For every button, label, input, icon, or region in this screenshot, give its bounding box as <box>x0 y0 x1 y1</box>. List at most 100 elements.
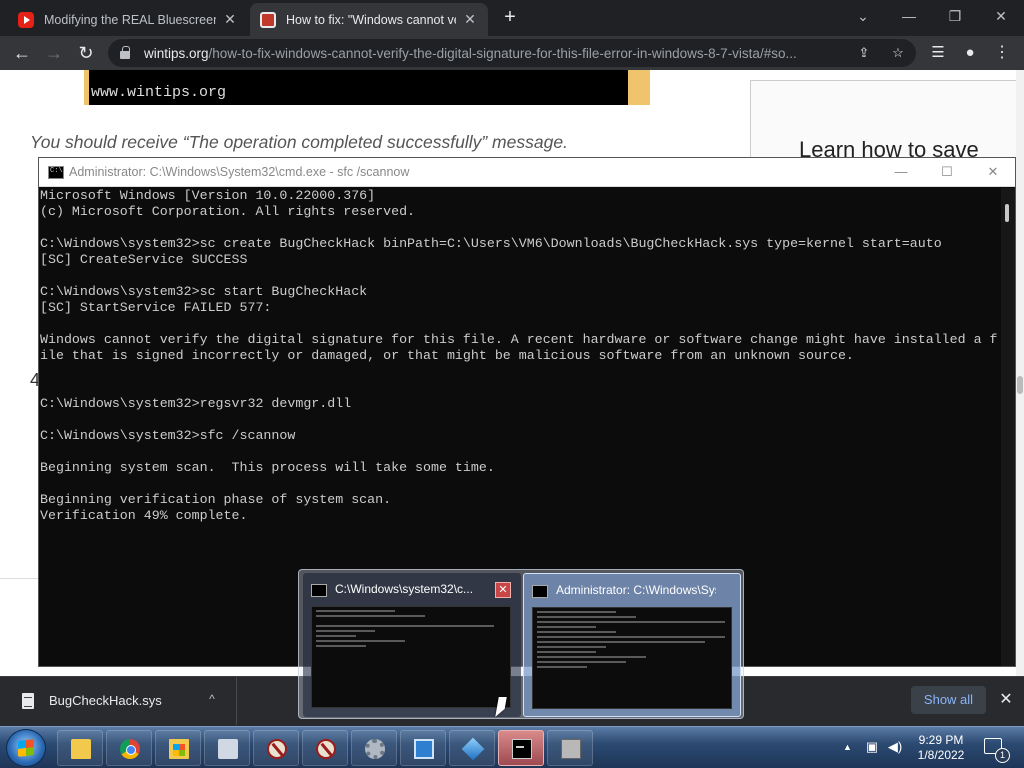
cmd-icon <box>48 166 64 179</box>
close-icon[interactable]: ✕ <box>996 690 1016 710</box>
taskbar-window-app[interactable] <box>400 730 446 766</box>
cmd-scrollbar-thumb[interactable] <box>1005 204 1009 222</box>
forward-arrow-icon[interactable]: → <box>42 41 66 65</box>
article-message: You should receive “The operation comple… <box>30 132 568 152</box>
taskbar-cube-app[interactable] <box>449 730 495 766</box>
console-line: [SC] CreateService SUCCESS <box>40 252 248 267</box>
minimize-icon[interactable]: — <box>886 4 932 28</box>
system-clock[interactable]: 9:29 PM 1/8/2022 <box>910 733 972 763</box>
browser-tab-strip: Modifying the REAL Bluescreen ( ✕ How to… <box>0 0 1024 36</box>
share-icon[interactable]: ⇪ <box>854 43 874 63</box>
tab-youtube[interactable]: Modifying the REAL Bluescreen ( ✕ <box>8 3 248 36</box>
file-icon <box>22 693 34 709</box>
cube-icon <box>461 737 485 761</box>
page-scrollbar[interactable] <box>1016 70 1024 680</box>
no-entry-icon <box>267 739 287 759</box>
cmd-title: Administrator: C:\Windows\System32\cmd.e… <box>69 165 410 179</box>
console-line: C:\Windows\system32>sc start BugCheckHac… <box>40 284 368 299</box>
new-tab-button[interactable]: + <box>498 7 522 29</box>
taskbar-app[interactable] <box>204 730 250 766</box>
thumbnail-title: Administrator: C:\Windows\Sys... <box>556 583 716 597</box>
banner-text: www.wintips.org <box>91 84 227 101</box>
tab-title: How to fix: "Windows cannot ver <box>286 12 456 27</box>
close-icon[interactable]: ✕ <box>495 582 511 598</box>
tab-wintips[interactable]: How to fix: "Windows cannot ver ✕ <box>250 3 488 36</box>
notification-count: 1 <box>995 748 1010 763</box>
tab-search-chevron-icon[interactable]: ⌄ <box>840 4 886 28</box>
taskbar-chrome[interactable] <box>106 730 152 766</box>
divider <box>236 677 237 725</box>
reload-icon[interactable]: ↻ <box>74 41 98 65</box>
cmd-scrollbar[interactable] <box>1001 188 1015 666</box>
clock-time: 9:29 PM <box>918 733 964 747</box>
browser-toolbar: ← → ↻ wintips.org/how-to-fix-windows-can… <box>0 36 1024 70</box>
media-queue-icon[interactable]: ☰ <box>926 41 950 65</box>
close-icon[interactable]: ✕ <box>462 11 478 28</box>
taskbar-store[interactable] <box>155 730 201 766</box>
thumbnail-screen <box>532 607 732 709</box>
tab-title: Modifying the REAL Bluescreen ( <box>44 12 216 27</box>
show-all-button[interactable]: Show all <box>911 686 986 714</box>
maximize-icon[interactable]: ☐ <box>927 161 967 183</box>
network-icon[interactable]: ▣ <box>863 739 881 755</box>
thumbnail-title: C:\Windows\system32\c... <box>335 582 474 596</box>
menu-kebab-icon[interactable]: ⋮ <box>990 41 1014 65</box>
cmd-thumbnail[interactable]: C:\Windows\system32\c... ✕ <box>303 573 521 717</box>
start-button[interactable] <box>6 729 46 767</box>
youtube-icon <box>18 11 34 28</box>
page-scrollbar-thumb[interactable] <box>1017 376 1023 394</box>
wintips-icon <box>260 11 276 28</box>
folder-icon <box>71 739 91 759</box>
console-line: Verification 49% complete. <box>40 508 248 523</box>
gear-icon <box>365 739 385 759</box>
window-icon <box>414 739 434 759</box>
lock-icon <box>120 46 130 59</box>
clock-date: 1/8/2022 <box>917 748 965 762</box>
taskbar-cmd[interactable] <box>498 730 544 766</box>
restore-icon[interactable]: ❐ <box>932 4 978 28</box>
console-line: Microsoft Windows [Version 10.0.22000.37… <box>40 188 376 203</box>
cmd-title-bar[interactable]: Administrator: C:\Windows\System32\cmd.e… <box>39 158 1015 187</box>
download-file-name[interactable]: BugCheckHack.sys <box>49 693 162 708</box>
divider <box>0 578 40 579</box>
console-line: ile that is signed incorrectly or damage… <box>40 348 854 363</box>
console-line: Windows cannot verify the digital signat… <box>40 332 998 347</box>
cmd-icon <box>512 739 532 759</box>
tray-chevron-up-icon[interactable]: ▲ <box>843 742 852 752</box>
close-icon[interactable]: ✕ <box>973 161 1013 183</box>
taskbar-settings[interactable] <box>351 730 397 766</box>
store-icon <box>169 739 189 759</box>
back-arrow-icon[interactable]: ← <box>10 41 34 65</box>
app-icon <box>218 739 238 759</box>
cmd-icon <box>532 585 548 598</box>
console-line: C:\Windows\system32>sc create BugCheckHa… <box>40 236 942 251</box>
thumbnail-screen <box>311 606 511 708</box>
profile-avatar-icon[interactable]: ● <box>958 41 982 65</box>
package-icon <box>561 739 581 759</box>
article-image-banner: www.wintips.org <box>84 70 650 105</box>
admin-cmd-thumbnail[interactable]: Administrator: C:\Windows\Sys... <box>523 573 741 717</box>
chrome-icon <box>120 739 140 759</box>
chevron-up-icon[interactable]: ^ <box>202 689 222 709</box>
taskbar-explorer[interactable] <box>57 730 103 766</box>
bookmark-star-icon[interactable]: ☆ <box>888 43 908 63</box>
url-text: wintips.org/how-to-fix-windows-cannot-ve… <box>144 45 797 61</box>
taskbar-package-app[interactable] <box>547 730 593 766</box>
minimize-icon[interactable]: — <box>881 161 921 183</box>
cmd-icon <box>311 584 327 597</box>
console-line: C:\Windows\system32>regsvr32 devmgr.dll <box>40 396 352 411</box>
volume-icon[interactable]: ◀) <box>886 739 904 755</box>
taskbar-no-entry-app[interactable] <box>253 730 299 766</box>
close-icon[interactable]: ✕ <box>222 11 238 28</box>
close-window-icon[interactable]: ✕ <box>978 4 1024 28</box>
taskbar-no-entry-app[interactable] <box>302 730 348 766</box>
console-line: [SC] StartService FAILED 577: <box>40 300 272 315</box>
address-bar[interactable]: wintips.org/how-to-fix-windows-cannot-ve… <box>108 39 916 67</box>
